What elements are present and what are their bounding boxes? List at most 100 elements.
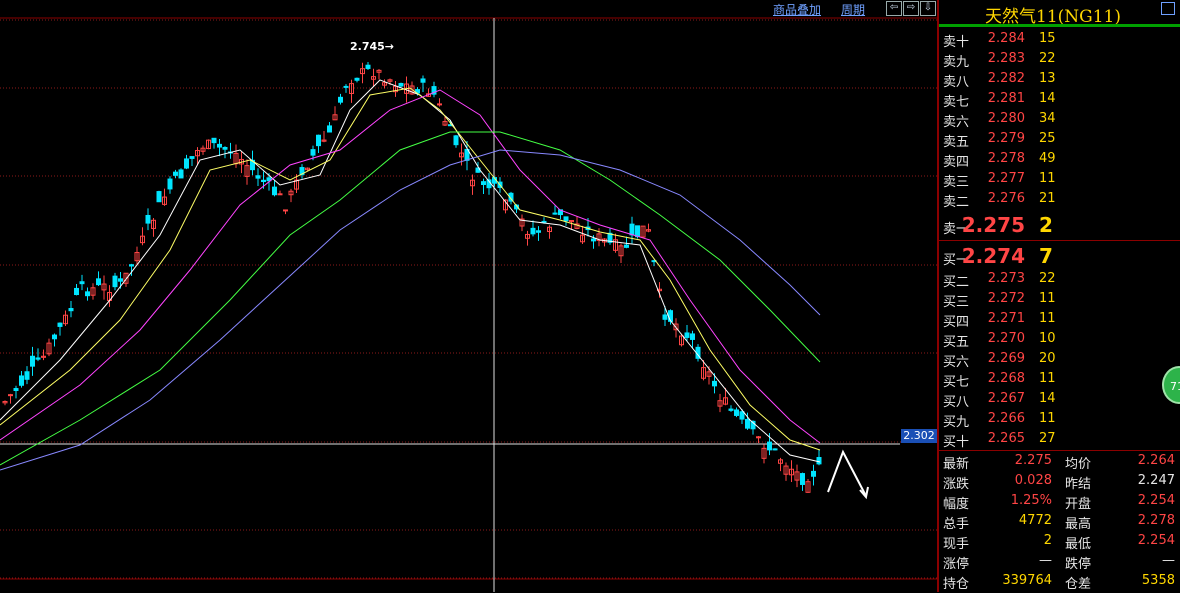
- bid-label: 买二: [943, 275, 970, 290]
- candle-body: [57, 322, 63, 327]
- bid-label: 买六: [943, 355, 970, 370]
- bid-row[interactable]: 买六 2.269 20: [939, 351, 1180, 371]
- bid-price: 2.271: [987, 311, 1025, 326]
- period-link[interactable]: 周期: [841, 1, 865, 18]
- candle-body: [365, 64, 371, 69]
- candle-body: [728, 408, 734, 411]
- ask-price: 2.276: [987, 191, 1025, 206]
- ask-price: 2.280: [987, 111, 1025, 126]
- overlay-link[interactable]: 商品叠加: [773, 1, 821, 18]
- bid-row[interactable]: 买二 2.273 22: [939, 271, 1180, 291]
- stat-value: 339764: [1002, 573, 1052, 588]
- ask-row[interactable]: 卖六 2.280 34: [939, 111, 1180, 131]
- ask-row[interactable]: 卖七 2.281 14: [939, 91, 1180, 111]
- stat-label: 幅度: [943, 497, 970, 512]
- ma5-line: [0, 79, 821, 463]
- candle-body: [437, 103, 442, 106]
- candle-body: [184, 158, 189, 169]
- candle-body: [552, 212, 558, 215]
- candle-body: [145, 214, 151, 224]
- candle-body: [712, 380, 717, 387]
- candle-body: [767, 441, 772, 451]
- bid-row[interactable]: 买十 2.265 27: [939, 431, 1180, 451]
- ask-label: 卖六: [943, 115, 970, 130]
- stat-label: 总手: [943, 517, 970, 532]
- candle-body: [211, 137, 217, 144]
- candle-body: [85, 291, 90, 297]
- bid-row[interactable]: 买七 2.268 11: [939, 371, 1180, 391]
- stat-row: 最新 2.275 均价 2.264: [939, 453, 1180, 473]
- bid-row[interactable]: 买三 2.272 11: [939, 291, 1180, 311]
- bid-label: 买三: [943, 295, 970, 310]
- ask-label: 卖七: [943, 95, 970, 110]
- candle-body: [668, 310, 673, 322]
- stat-label: 最低: [1065, 537, 1092, 552]
- bid-row[interactable]: 买四 2.271 11: [939, 311, 1180, 331]
- bid-price: 2.273: [987, 271, 1025, 286]
- ask-row[interactable]: 卖九 2.283 22: [939, 51, 1180, 71]
- candle-body: [222, 147, 228, 150]
- stat-label: 持仓: [943, 577, 970, 592]
- ask-row[interactable]: 卖四 2.278 49: [939, 151, 1180, 171]
- ask-price: 2.277: [987, 171, 1025, 186]
- ask-price: 2.275: [961, 213, 1025, 237]
- bid-price: 2.265: [987, 431, 1025, 446]
- ask-volume: 22: [1039, 51, 1056, 66]
- bid-price: 2.268: [987, 371, 1025, 386]
- ask-row[interactable]: 卖三 2.277 11: [939, 171, 1180, 191]
- nav-right-icon[interactable]: ⇨: [903, 1, 919, 16]
- ask-label: 卖十: [943, 35, 970, 50]
- stat-value: 2.264: [1137, 453, 1175, 468]
- candle-body: [624, 244, 629, 248]
- bid-row[interactable]: 买五 2.270 10: [939, 331, 1180, 351]
- crosshair-price-tag: 2.302: [901, 429, 937, 443]
- ask-row[interactable]: 卖十 2.284 15: [939, 31, 1180, 51]
- ask-price: 2.284: [987, 31, 1025, 46]
- ask-row[interactable]: 卖五 2.279 25: [939, 131, 1180, 151]
- stat-label: 最新: [943, 457, 970, 472]
- bid-volume: 7: [1039, 244, 1053, 268]
- candle-body: [734, 409, 739, 416]
- ask-row[interactable]: 卖二 2.276 21: [939, 191, 1180, 211]
- bid-price: 2.267: [987, 391, 1025, 406]
- ask-price: 2.283: [987, 51, 1025, 66]
- nav-left-icon[interactable]: ⇦: [886, 1, 902, 16]
- bid-row[interactable]: 买八 2.267 14: [939, 391, 1180, 411]
- candle-body: [310, 149, 316, 156]
- ma40-line: [0, 131, 821, 466]
- ask-volume: 15: [1039, 31, 1056, 46]
- candle-body: [541, 220, 547, 223]
- divider: [939, 240, 1180, 241]
- candle-body: [13, 388, 19, 392]
- candle-body: [189, 156, 195, 159]
- trend-arrow-annotation: [827, 449, 867, 497]
- bid-volume: 14: [1039, 391, 1056, 406]
- chart-canvas[interactable]: [0, 0, 937, 592]
- ask-row[interactable]: 卖八 2.282 13: [939, 71, 1180, 91]
- ask-price: 2.281: [987, 91, 1025, 106]
- bid-label: 买七: [943, 375, 970, 390]
- bid-row[interactable]: 买一 2.274 7: [939, 244, 1180, 268]
- stat-label: 昨结: [1065, 477, 1092, 492]
- window-restore-icon[interactable]: [1161, 2, 1175, 15]
- candle-body: [52, 334, 57, 340]
- stat-row: 涨停 — 跌停 —: [939, 553, 1180, 573]
- candle-body: [156, 191, 162, 203]
- candle-body: [74, 287, 79, 296]
- bid-row[interactable]: 买九 2.266 11: [939, 411, 1180, 431]
- ask-price: 2.278: [987, 151, 1025, 166]
- stat-value: —: [1039, 553, 1052, 568]
- ask-volume: 14: [1039, 91, 1056, 106]
- ask-label: 卖五: [943, 135, 970, 150]
- bid-volume: 27: [1039, 431, 1056, 446]
- bid-volume: 10: [1039, 331, 1056, 346]
- ask-row[interactable]: 卖一 2.275 2: [939, 213, 1180, 237]
- candle-body: [30, 355, 35, 367]
- bid-label: 买五: [943, 335, 970, 350]
- candle-body: [453, 135, 459, 146]
- kline-chart[interactable]: 商品叠加 周期 ⇦ ⇨ ⇩ 2.745→ 2.302: [0, 0, 937, 592]
- candle-body: [68, 308, 74, 312]
- candle-body: [635, 225, 640, 238]
- nav-down-icon[interactable]: ⇩: [920, 1, 936, 16]
- bid-price: 2.270: [987, 331, 1025, 346]
